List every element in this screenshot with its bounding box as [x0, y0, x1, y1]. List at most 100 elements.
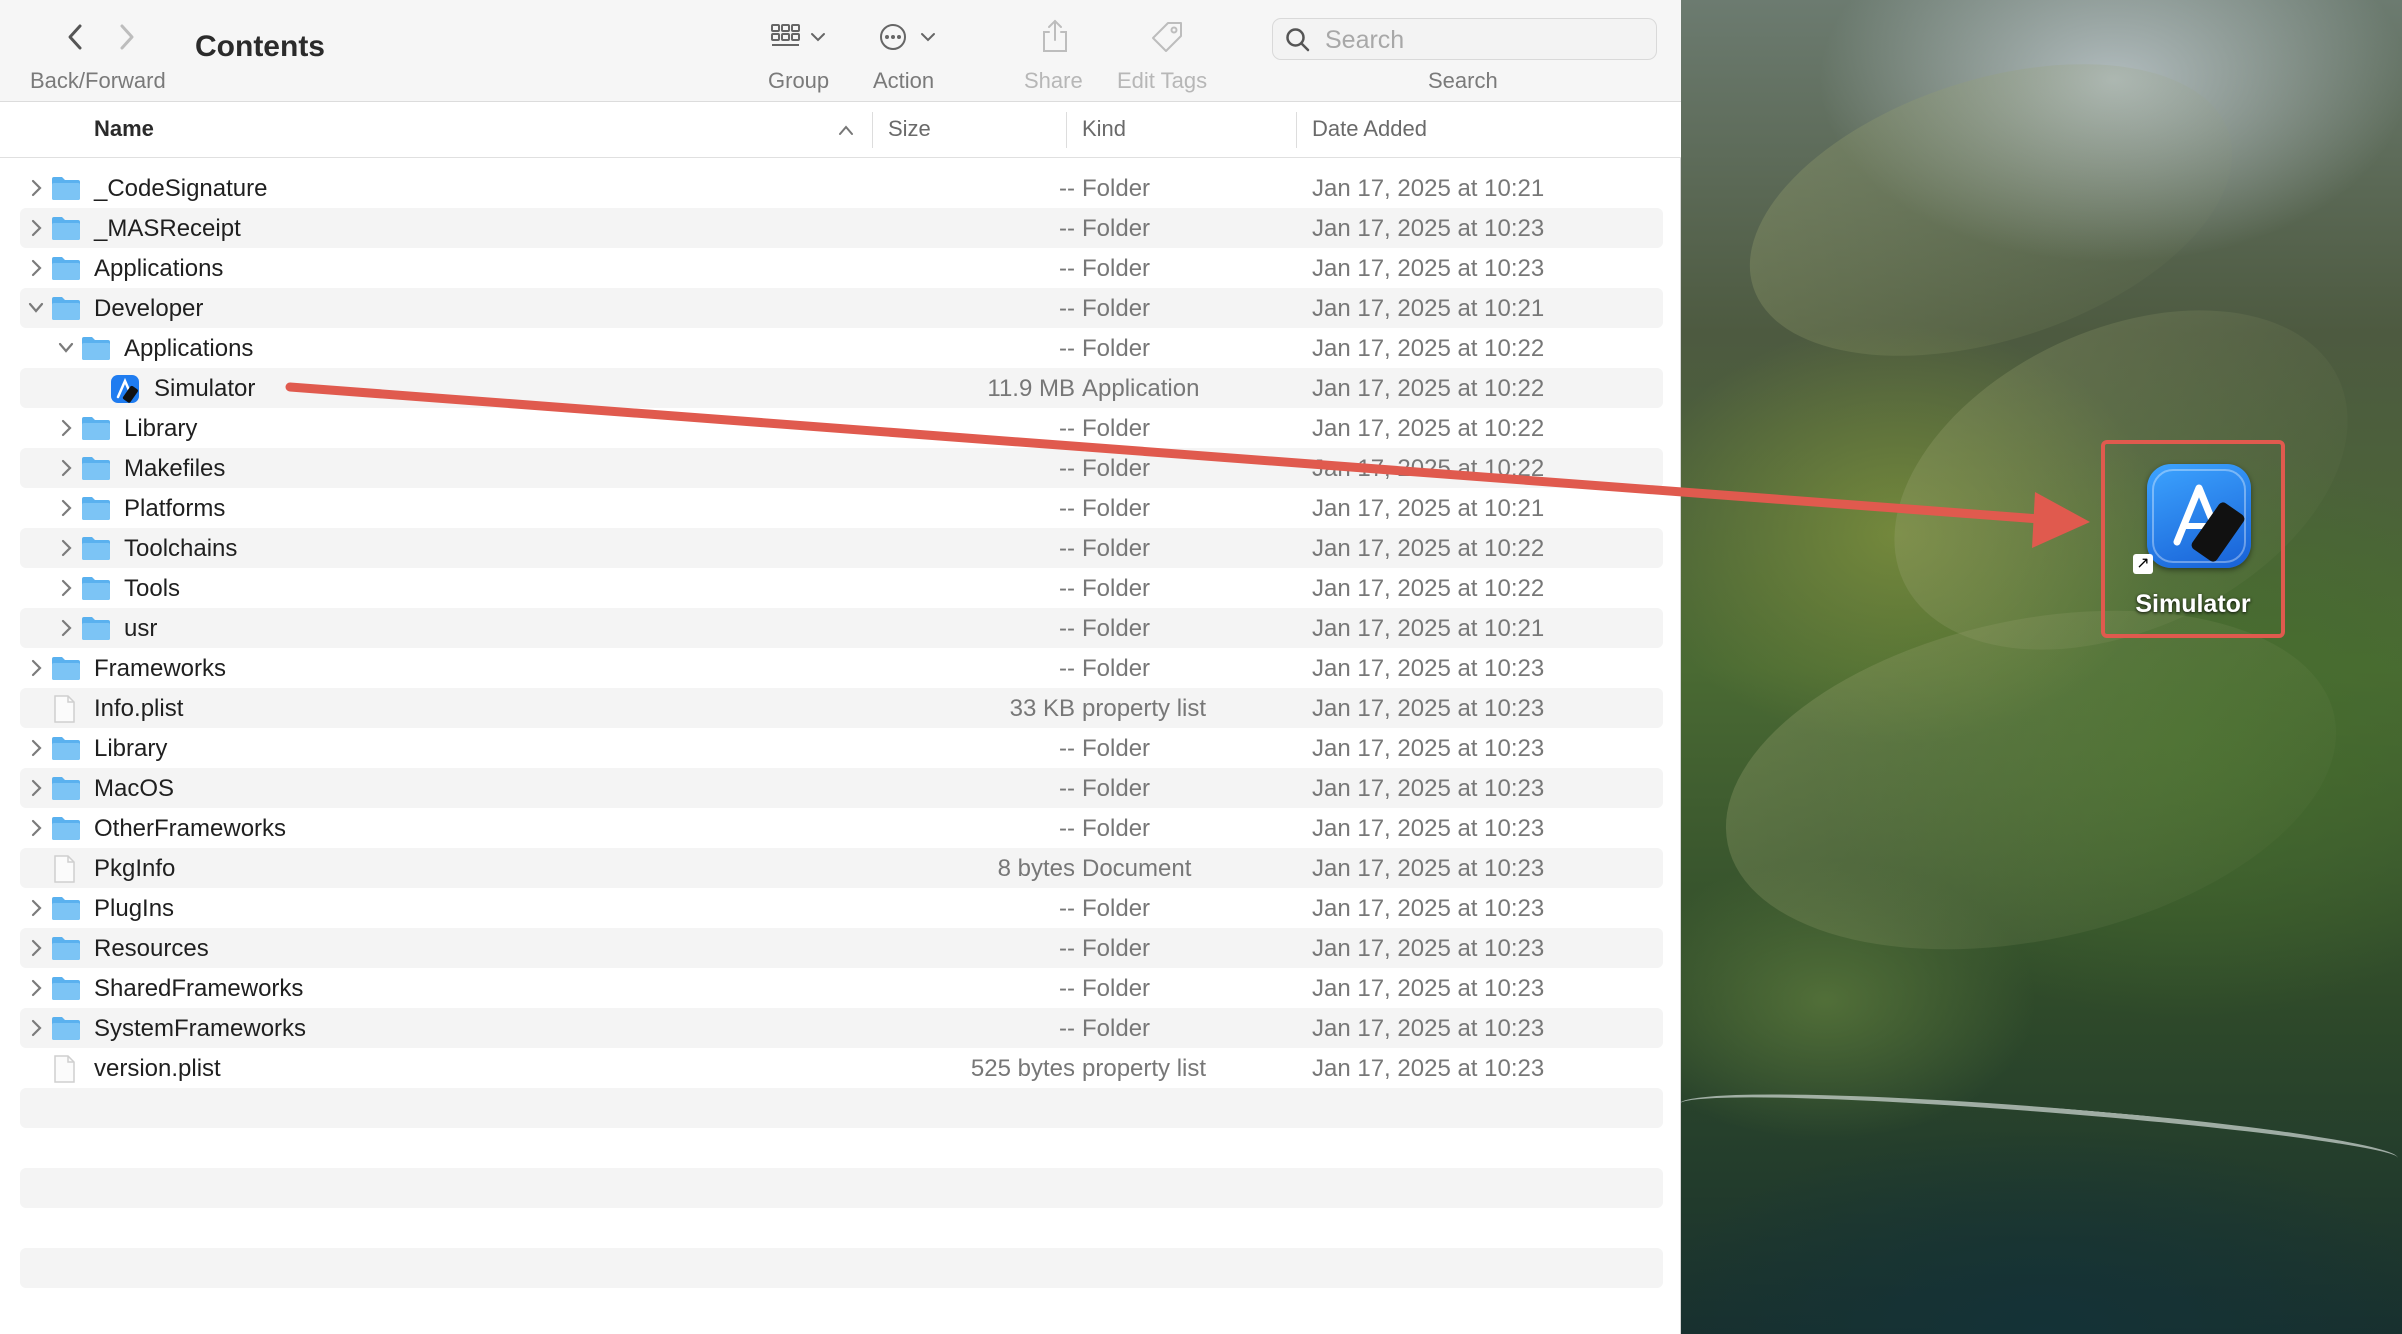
column-divider[interactable] [1066, 112, 1067, 148]
document-icon [50, 1054, 82, 1083]
file-row[interactable]: Simulator 11.9 MB Application Jan 17, 2025 … [20, 368, 1663, 408]
file-name: SystemFrameworks [94, 1015, 307, 1042]
file-row[interactable]: PlugIns -- Folder Jan 17, 2025 at 10:23 [20, 888, 1663, 928]
file-row[interactable]: Info.plist 33 KB property list Jan 17, 2025… [20, 688, 1663, 728]
empty-row [20, 1248, 1663, 1288]
file-row[interactable]: Tools -- Folder Jan 17, 2025 at 10:22 [20, 568, 1663, 608]
coastal-road [1674, 1075, 2400, 1213]
chevron-right-icon[interactable] [54, 614, 78, 642]
file-kind: Folder [1082, 415, 1151, 442]
chevron-right-icon[interactable] [24, 1014, 48, 1042]
file-date-added: Jan 17, 2025 at 10:23 [1312, 1055, 1545, 1082]
column-name[interactable]: Name [94, 116, 154, 142]
chevron-down-icon[interactable] [54, 334, 78, 362]
folder-icon [80, 334, 112, 362]
folder-icon [50, 894, 82, 922]
edit-tags-button[interactable] [1150, 20, 1184, 59]
column-divider[interactable] [1296, 112, 1297, 148]
column-divider[interactable] [872, 112, 873, 148]
column-date-added[interactable]: Date Added [1312, 116, 1427, 142]
file-date-added: Jan 17, 2025 at 10:21 [1312, 615, 1545, 642]
forward-button[interactable] [116, 22, 138, 60]
file-size: -- [1059, 255, 1075, 282]
file-name: Frameworks [94, 655, 227, 682]
file-row[interactable]: Resources -- Folder Jan 17, 2025 at 10:23 [20, 928, 1663, 968]
empty-row [20, 1168, 1663, 1208]
chevron-right-icon[interactable] [24, 174, 48, 202]
folder-icon [50, 294, 82, 322]
file-row[interactable]: Developer -- Folder Jan 17, 2025 at 10:21 [20, 288, 1663, 328]
file-row[interactable]: _MASReceipt -- Folder Jan 17, 2025 at 10:23 [20, 208, 1663, 248]
file-row[interactable]: Toolchains -- Folder Jan 17, 2025 at 10:22 [20, 528, 1663, 568]
file-name: Toolchains [124, 535, 238, 562]
file-date-added: Jan 17, 2025 at 10:23 [1312, 895, 1545, 922]
desktop-simulator-shortcut[interactable]: ↗ Simulator [2101, 440, 2285, 638]
file-name: OtherFrameworks [94, 815, 287, 842]
file-date-added: Jan 17, 2025 at 10:23 [1312, 735, 1545, 762]
file-row[interactable]: version.plist 525 bytes property list Jan 1… [20, 1048, 1663, 1088]
chevron-right-icon[interactable] [54, 414, 78, 442]
file-row[interactable]: Library -- Folder Jan 17, 2025 at 10:22 [20, 408, 1663, 448]
file-row[interactable]: MacOS -- Folder Jan 17, 2025 at 10:23 [20, 768, 1663, 808]
folder-icon [50, 974, 82, 1002]
search-box[interactable] [1272, 18, 1657, 61]
simulator-app-icon [2147, 464, 2251, 568]
file-date-added: Jan 17, 2025 at 10:23 [1312, 255, 1545, 282]
file-row[interactable]: PkgInfo 8 bytes Document Jan 17, 2025 at 10… [20, 848, 1663, 888]
file-row[interactable]: SharedFrameworks -- Folder Jan 17, 2025 at … [20, 968, 1663, 1008]
chevron-right-icon[interactable] [24, 254, 48, 282]
chevron-right-icon[interactable] [54, 494, 78, 522]
chevron-right-icon[interactable] [54, 574, 78, 602]
column-size[interactable]: Size [888, 116, 931, 142]
file-kind: Folder [1082, 575, 1151, 602]
action-button[interactable] [878, 22, 940, 57]
file-size: 33 KB [1009, 695, 1075, 722]
file-name: Resources [94, 935, 209, 962]
chevron-down-icon[interactable] [24, 294, 48, 322]
file-date-added: Jan 17, 2025 at 10:23 [1312, 215, 1545, 242]
file-size: -- [1059, 1015, 1075, 1042]
column-header: Name Size Kind Date Added [0, 102, 1681, 158]
file-date-added: Jan 17, 2025 at 10:23 [1312, 815, 1545, 842]
file-name: Developer [94, 295, 204, 322]
chevron-right-icon[interactable] [24, 734, 48, 762]
sort-ascending-icon[interactable] [838, 124, 854, 136]
chevron-right-icon[interactable] [24, 814, 48, 842]
file-row[interactable]: Applications -- Folder Jan 17, 2025 at 10:2… [20, 248, 1663, 288]
group-button[interactable] [770, 22, 832, 57]
folder-icon [80, 534, 112, 562]
file-date-added: Jan 17, 2025 at 10:23 [1312, 935, 1545, 962]
chevron-right-icon[interactable] [54, 454, 78, 482]
search-input[interactable] [1323, 19, 1647, 61]
file-row[interactable]: Frameworks -- Folder Jan 17, 2025 at 10:23 [20, 648, 1663, 688]
file-date-added: Jan 17, 2025 at 10:22 [1312, 575, 1545, 602]
chevron-right-icon[interactable] [24, 774, 48, 802]
file-row[interactable]: SystemFrameworks -- Folder Jan 17, 2025 at … [20, 1008, 1663, 1048]
file-date-added: Jan 17, 2025 at 10:23 [1312, 975, 1545, 1002]
folder-icon [50, 774, 82, 802]
chevron-right-icon[interactable] [54, 534, 78, 562]
share-button[interactable] [1040, 18, 1070, 59]
file-row[interactable]: Library -- Folder Jan 17, 2025 at 10:23 [20, 728, 1663, 768]
chevron-right-icon[interactable] [24, 894, 48, 922]
file-row[interactable]: usr -- Folder Jan 17, 2025 at 10:21 [20, 608, 1663, 648]
column-kind[interactable]: Kind [1082, 116, 1126, 142]
file-row[interactable]: _CodeSignature -- Folder Jan 17, 2025 at 10… [20, 168, 1663, 208]
file-size: -- [1059, 775, 1075, 802]
file-row[interactable]: Platforms -- Folder Jan 17, 2025 at 10:21 [20, 488, 1663, 528]
file-size: -- [1059, 335, 1075, 362]
chevron-right-icon[interactable] [24, 974, 48, 1002]
chevron-right-icon[interactable] [24, 934, 48, 962]
chevron-right-icon[interactable] [24, 214, 48, 242]
action-label: Action [873, 68, 935, 93]
file-row[interactable]: Makefiles -- Folder Jan 17, 2025 at 10:22 [20, 448, 1663, 488]
file-size: -- [1059, 495, 1075, 522]
file-kind: Folder [1082, 495, 1151, 522]
chevron-right-icon[interactable] [24, 654, 48, 682]
search-icon [1286, 28, 1310, 52]
back-button[interactable] [64, 22, 86, 60]
file-row[interactable]: OtherFrameworks -- Folder Jan 17, 2025 at 1… [20, 808, 1663, 848]
folder-icon [50, 174, 82, 202]
file-row[interactable]: Applications -- Folder Jan 17, 2025 at 10:2… [20, 328, 1663, 368]
file-name: Applications [94, 255, 224, 282]
